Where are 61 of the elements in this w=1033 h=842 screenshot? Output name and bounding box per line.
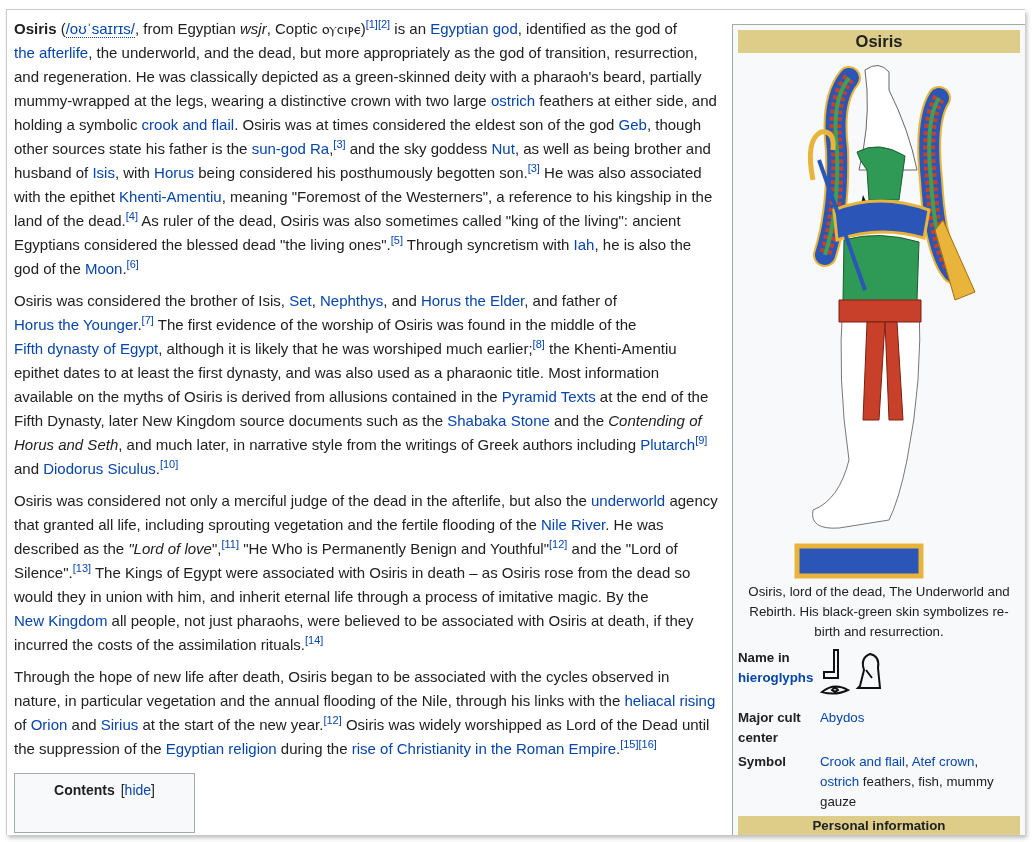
section-header: Personal information (738, 816, 1020, 835)
reference-link[interactable]: [9] (695, 434, 708, 446)
article-link[interactable]: rise of Christianity in the Roman Empire (351, 740, 616, 757)
article-link[interactable]: Nile River (541, 516, 606, 533)
article-link[interactable]: Orion (30, 716, 68, 733)
reference-link[interactable]: [7] (141, 314, 154, 326)
reference-link[interactable]: [14] (304, 634, 324, 646)
article-link[interactable]: Egyptian religion (165, 740, 277, 757)
article-link[interactable]: Pyramid Texts (501, 388, 596, 405)
article-paragraph: Osiris was considered not only a merciful judge of the dead in the afterlife, but also the underworld agency that granted all life, including sprouting vegetation and the fertile flooding of the Nile River. He was described as the "Lord of love",$^{[11]}$ "He Who is Permanently Benign and Youthful"$^{[12]}$ and the "Lord of Silence".$^{[13]}$ The Kings of Egypt were associated with Osiris in death – as Osiris rose from the dead so would they in union with him, and inherit eternal life through a process of imitative magic. By the New Kingdom all people, not just pharaohs, were believed to be associated with Osiris at death, if they incurred the costs of the assimilation rituals.$^{[14]}$ (14, 491, 718, 655)
article-link[interactable]: Shabaka Stone (447, 412, 550, 429)
article-link[interactable]: Plutarch (640, 436, 696, 453)
article-link[interactable]: hieroglyphs (738, 670, 814, 685)
article-link[interactable]: Horus (154, 164, 195, 181)
infobox-title: Osiris (738, 30, 1020, 53)
article-link[interactable]: Crook and flail (820, 754, 905, 769)
pronunciation-link[interactable]: /oʊˈsaɪrɪs/ (65, 20, 135, 38)
reference-link[interactable]: [3] (333, 138, 346, 150)
reference-link[interactable]: [12] (323, 714, 342, 726)
article-paragraph: Osiris (/oʊˈsaɪrɪs/, from Egyptian wsjr, Coptic ⲟⲩⲥⲓⲣⲉ)$^{[1]}$$^{[2]}$ is an Egyptian god, identified as the god of the afterlife, the underworld, and the dead, but more appropriately as the god of transition, resurrection, and regeneration. He was classically depicted as a green-skinned deity with a pharaoh's beard, partially mummy-wrapped at the legs, wearing a distinctive crown with two large ostrich feathers at either side, and holding a symbolic crook and flail. Osiris was at times considered the eldest son of the god Geb, though other sources state his father is the sun-god Ra,$^{[3]}$ and the sky goddess Nut, as well as being brother and husband of Isis, with Horus being considered his posthumously begotten son.$^{[3]}$ He was also associated with the epithet Khenti-Amentiu, meaning "Foremost of the Westerners", a reference to his kingship in the land of the dead.$^{[4]}$ As ruler of the dead, Osiris was also sometimes called "king of the living": ancient Egyptians considered the blessed dead "the living ones".$^{[5]}$ Through syncretism with Iah, he is also the god of the Moon.$^{[6]}$ (14, 17, 718, 279)
reference-link[interactable]: [10] (159, 458, 179, 470)
article-paragraph: Osiris was considered the brother of Isis, Set, Nephthys, and Horus the Elder, and father of Horus the Younger.$^{[7]}$ The first evidence of the worship of Osiris was found in the middle of the Fifth dynasty of Egypt, although it is likely that he was worshiped much earlier;$^{[8]}$ the Khenti-Amentiu epithet dates to at least the first dynasty, and was also used as a pharaonic title. Most information available on the myths of Osiris is derived from allusions contained in the Pyramid Texts at the end of the Fifth Dynasty, later New Kingdom source documents such as the Shabaka Stone and the Contending of Horus and Seth, and much later, in narrative style from the writings of Greek authors including Plutarch$^{[9]}$ and Diodorus Siculus.$^{[10]}$ (14, 291, 710, 479)
reference-link[interactable]: [13] (72, 562, 92, 574)
reference-link[interactable]: [12] (549, 538, 568, 550)
row-label: Symbol (738, 753, 788, 771)
article-link[interactable]: Sirius (100, 716, 139, 733)
article-link[interactable]: Diodorus Siculus (43, 460, 156, 477)
article-link[interactable]: ostrich (820, 774, 860, 789)
reference-link[interactable]: [2] (377, 18, 391, 30)
reference-link[interactable]: [1] (365, 18, 378, 30)
article-link[interactable]: crook and flail (141, 116, 235, 133)
article-link[interactable]: Iah (573, 236, 595, 253)
row-value: Crook and flail, Atef crown, ostrich feathers, fish, mummy gauze (820, 753, 995, 811)
article-link[interactable]: Set (289, 292, 312, 309)
reference-link[interactable]: [8] (532, 338, 545, 350)
article-link[interactable]: Horus the Younger (14, 316, 138, 333)
row-label: Major cult center (738, 709, 802, 747)
article-link[interactable]: Egyptian god (430, 20, 518, 37)
reference-link[interactable]: [4] (125, 210, 138, 222)
article-link[interactable]: Moon (84, 260, 123, 277)
article-link[interactable]: Geb (618, 116, 647, 133)
reference-link[interactable]: [5] (390, 234, 403, 246)
reference-link[interactable]: [16] (638, 738, 657, 750)
article-link[interactable]: Khenti-Amentiu (119, 188, 222, 205)
article-link[interactable]: Abydos (820, 710, 865, 725)
article-link[interactable]: Horus the Elder (420, 292, 525, 309)
reference-link[interactable]: [15] (620, 738, 639, 750)
article-link[interactable]: heliacal rising (624, 692, 716, 709)
reference-link[interactable]: [11] (221, 538, 239, 550)
image-caption: Osiris, lord of the dead, The Underworld and Rebirth. His black-green skin symbolizes re-birth and resurrection. (747, 583, 1011, 641)
article-link[interactable]: the afterlife (14, 44, 89, 61)
article-link[interactable]: Isis (92, 164, 115, 181)
reference-link[interactable]: [3] (527, 162, 540, 174)
article-link[interactable]: Nut (491, 140, 515, 157)
article-link[interactable]: New Kingdom (14, 612, 108, 629)
row-label: Name in hieroglyphs (738, 649, 815, 687)
hieroglyphs-drawing (821, 649, 881, 695)
article-link[interactable]: ostrich (490, 92, 536, 109)
reference-link[interactable]: [6] (126, 258, 139, 270)
article-link[interactable]: underworld (591, 492, 666, 509)
contents-title: Contents [hide] (54, 782, 155, 798)
